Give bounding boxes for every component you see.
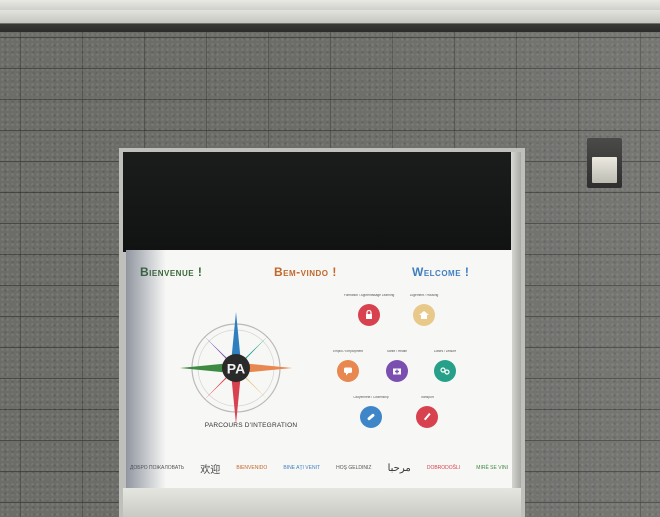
chat-icon bbox=[337, 360, 359, 382]
people-icon bbox=[434, 360, 456, 382]
poster-shadow bbox=[126, 250, 166, 488]
service-transport-label: Transport bbox=[420, 396, 434, 399]
service-citizenship: Citoyenneté / Citizenship bbox=[341, 396, 401, 428]
medical-kit-icon bbox=[386, 360, 408, 382]
welcome-romanian: BINE AȚI VENIT bbox=[283, 465, 321, 471]
service-leisure-label: Loisirs / Leisure bbox=[433, 350, 457, 353]
welcome-croatian: DOBRODOŠLI bbox=[426, 465, 461, 471]
welcome-arabic: مرحبا bbox=[387, 462, 411, 474]
house-icon bbox=[413, 304, 435, 326]
greeting-english: Welcome ! bbox=[412, 265, 470, 279]
window-frame-right bbox=[511, 152, 521, 517]
roof-fascia bbox=[0, 0, 660, 10]
language-strip: ДОБРО ПОЖАЛОВАТЬ 欢迎 BIENVENIDO BINE AȚI … bbox=[126, 462, 512, 476]
pen-icon bbox=[416, 406, 438, 428]
welcome-chinese: 欢迎 bbox=[200, 464, 221, 476]
compass-logo: PA bbox=[180, 312, 292, 424]
wall-lamp-glass bbox=[592, 157, 617, 183]
service-transport: Transport bbox=[397, 396, 457, 428]
window-dark-glass bbox=[123, 152, 513, 252]
window-sill bbox=[123, 488, 521, 517]
service-housing: Logement / Housing bbox=[394, 294, 454, 326]
welcome-turkish: HOŞ GELDINIZ bbox=[336, 465, 372, 471]
photo-scene: Bienvenue ! Bem-vindo ! Welcome ! PA PAR… bbox=[0, 0, 660, 517]
welcome-albanian: MIRË SE VINI bbox=[476, 465, 508, 471]
pill-icon bbox=[360, 406, 382, 428]
welcome-spanish: BIENVENIDO bbox=[236, 465, 268, 471]
service-learning: Formation / Apprentissage Learning bbox=[339, 294, 399, 326]
greeting-portuguese: Bem-vindo ! bbox=[274, 265, 337, 279]
welcome-poster: Bienvenue ! Bem-vindo ! Welcome ! PA PAR… bbox=[126, 250, 512, 488]
service-citizenship-label: Citoyenneté / Citizenship bbox=[353, 396, 389, 399]
brand-initials: PA bbox=[227, 361, 245, 377]
service-learning-label: Formation / Apprentissage Learning bbox=[343, 294, 395, 297]
service-leisure: Loisirs / Leisure bbox=[415, 350, 475, 382]
roof-gutter bbox=[0, 10, 660, 32]
brand-name: PARCOURS D'INTEGRATION bbox=[204, 422, 298, 429]
lock-icon bbox=[358, 304, 380, 326]
service-housing-label: Logement / Housing bbox=[409, 294, 439, 297]
